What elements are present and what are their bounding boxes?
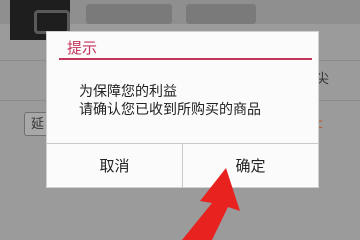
- dialog-message: 为保障您的利益 请确认您已收到所购买的商品: [79, 83, 261, 119]
- dialog-title: 提示: [67, 39, 98, 57]
- confirm-receipt-dialog: 提示 为保障您的利益 请确认您已收到所购买的商品 取消 确定: [46, 31, 319, 188]
- message-line: 为保障您的利益: [79, 84, 177, 100]
- confirm-button[interactable]: 确定: [183, 144, 318, 188]
- message-line: 请确认您已收到所购买的商品: [79, 102, 261, 118]
- title-divider: [59, 58, 312, 60]
- blurred-text: [186, 4, 256, 24]
- blurred-text: [86, 4, 172, 24]
- screen: 延 尖 c 提示 为保障您的利益 请确认您已收到所购买的商品 取消 确定: [0, 0, 360, 240]
- dialog-button-bar: 取消 确定: [47, 143, 318, 188]
- cancel-button[interactable]: 取消: [47, 144, 183, 188]
